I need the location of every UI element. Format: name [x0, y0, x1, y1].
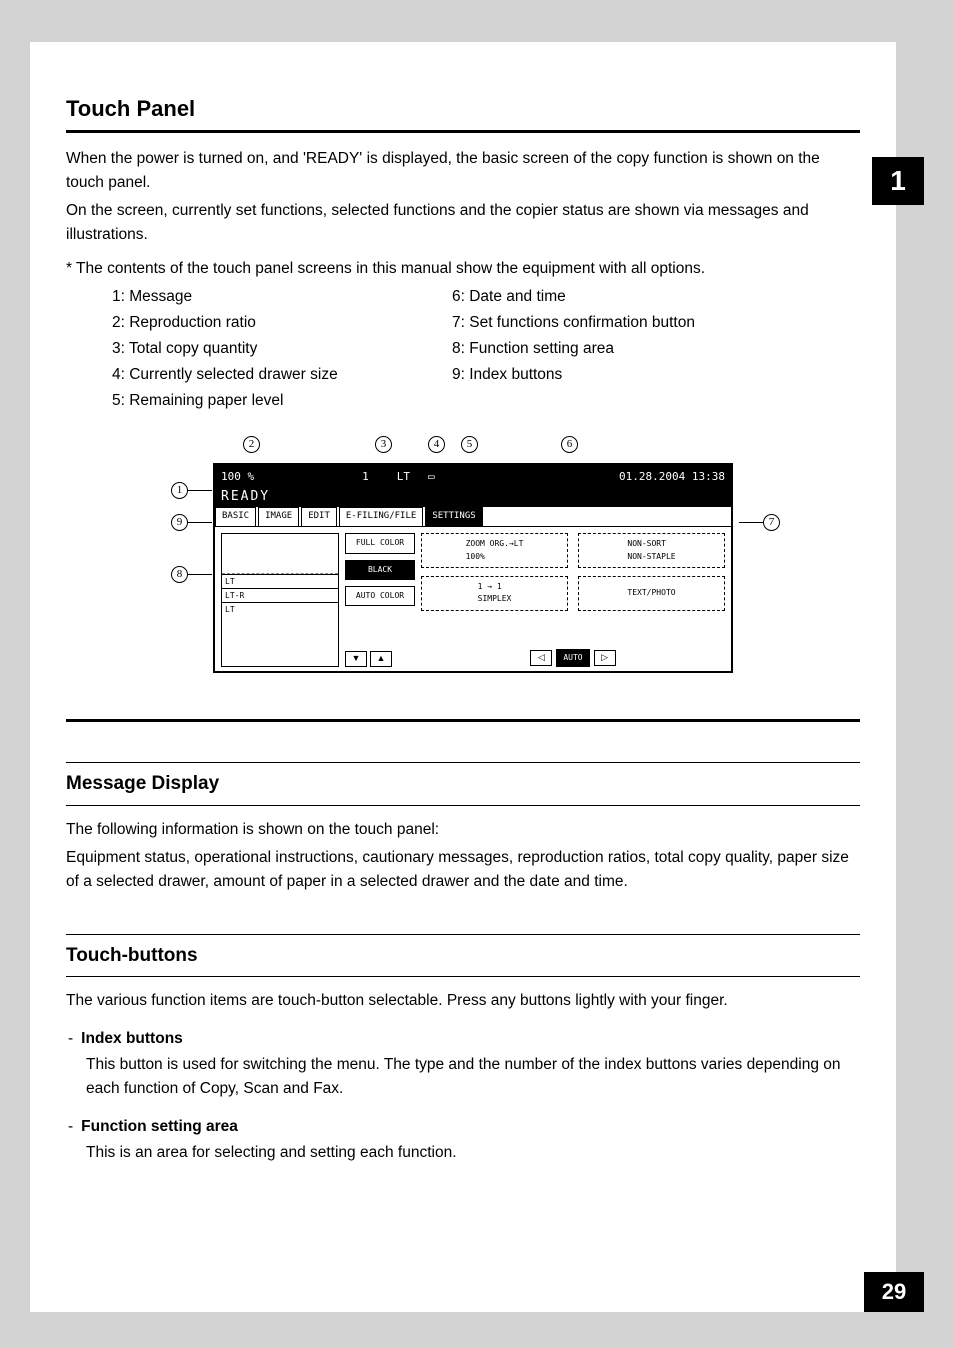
callout-4: 4 — [428, 433, 445, 453]
black-button[interactable]: BLACK — [345, 560, 415, 580]
legend-item: 2: Reproduction ratio — [112, 311, 412, 335]
bullet-list: - Index buttons This button is used for … — [68, 1027, 860, 1165]
body-text: The following information is shown on th… — [66, 818, 860, 842]
tab-edit[interactable]: EDIT — [301, 507, 337, 526]
legend-item: 4: Currently selected drawer size — [112, 363, 412, 387]
legend-item: 6: Date and time — [452, 285, 695, 309]
status-bar: 100 % 1 LT ▭ 01.28.2004 13:38 READY — [215, 465, 731, 507]
tab-basic[interactable]: BASIC — [215, 507, 256, 526]
density-right-button[interactable]: ▷ — [594, 650, 616, 666]
legend-item: 7: Set functions confirmation button — [452, 311, 695, 335]
bullet-item: - Index buttons This button is used for … — [68, 1027, 860, 1101]
legend-col-right: 6: Date and time 7: Set functions confir… — [452, 285, 695, 415]
drawer-size-indicator: LT — [397, 468, 410, 485]
simplex-button[interactable]: 1 → 1 SIMPLEX — [421, 576, 568, 611]
intro-paragraph-2: On the screen, currently set functions, … — [66, 199, 860, 247]
legend-item: 9: Index buttons — [452, 363, 695, 387]
paper-level-icon: ▭ — [428, 468, 435, 485]
section-title: Touch Panel — [66, 92, 860, 133]
sort-button[interactable]: NON-SORT NON-STAPLE — [578, 533, 725, 568]
datetime: 01.28.2004 13:38 — [619, 468, 725, 485]
bullet-desc: This button is used for switching the me… — [86, 1053, 860, 1101]
color-mode-buttons: FULL COLOR BLACK AUTO COLOR ▼ ▲ — [345, 533, 415, 667]
density-left-button[interactable]: ◁ — [530, 650, 552, 666]
settings-grid: ZOOM ORG.→LT 100% NON-SORT NON-STAPLE 1 … — [421, 533, 725, 667]
ready-message: READY — [221, 487, 270, 507]
subsection-touch-buttons: Touch-buttons — [66, 934, 860, 977]
density-auto-button[interactable]: AUTO — [556, 649, 589, 667]
index-tabs: BASIC IMAGE EDIT E-FILING/FILE SETTINGS — [215, 507, 731, 527]
drawer-slot[interactable]: LT — [222, 574, 338, 588]
drawer-illustration[interactable]: LT LT-R LT — [221, 533, 339, 667]
legend-item: 5: Remaining paper level — [112, 389, 412, 413]
section-divider — [66, 719, 860, 722]
callout-2: 2 — [243, 433, 260, 453]
drawer-slot[interactable]: LT — [222, 602, 338, 616]
dash-icon: - — [68, 1027, 73, 1051]
scroll-up-button[interactable]: ▲ — [370, 651, 392, 667]
legend-item: 1: Message — [112, 285, 412, 309]
callout-9: 9 — [171, 511, 212, 531]
density-controls: ◁ AUTO ▷ — [421, 649, 725, 667]
touch-panel-screen: 100 % 1 LT ▭ 01.28.2004 13:38 READY BASI… — [213, 463, 733, 673]
bullet-desc: This is an area for selecting and settin… — [86, 1141, 860, 1165]
legend: 1: Message 2: Reproduction ratio 3: Tota… — [112, 285, 860, 415]
bullet-term: Function setting area — [81, 1115, 238, 1139]
callout-3: 3 — [375, 433, 392, 453]
intro-paragraph-1: When the power is turned on, and 'READY'… — [66, 147, 860, 195]
callout-8: 8 — [171, 563, 212, 583]
tab-efiling[interactable]: E-FILING/FILE — [339, 507, 423, 526]
page-number: 29 — [864, 1272, 924, 1312]
chapter-tab: 1 — [872, 157, 924, 205]
reproduction-ratio: 100 % — [221, 468, 254, 485]
legend-col-left: 1: Message 2: Reproduction ratio 3: Tota… — [112, 285, 412, 415]
zoom-button[interactable]: ZOOM ORG.→LT 100% — [421, 533, 568, 568]
auto-color-button[interactable]: AUTO COLOR — [345, 586, 415, 606]
body-text: The various function items are touch-but… — [66, 989, 860, 1013]
bullet-term: Index buttons — [81, 1027, 183, 1051]
body-text: Equipment status, operational instructio… — [66, 846, 860, 894]
copy-quantity: 1 — [362, 468, 369, 485]
dash-icon: - — [68, 1115, 73, 1139]
legend-item: 8: Function setting area — [452, 337, 695, 361]
bullet-item: - Function setting area This is an area … — [68, 1115, 860, 1165]
touch-panel-diagram: 2 3 4 5 6 1 9 8 7 100 % 1 LT ▭ 01.28.200… — [143, 433, 783, 693]
subsection-message-display: Message Display — [66, 762, 860, 805]
text-photo-button[interactable]: TEXT/PHOTO — [578, 576, 725, 611]
callout-5: 5 — [461, 433, 478, 453]
callout-6: 6 — [561, 433, 578, 453]
legend-item: 3: Total copy quantity — [112, 337, 412, 361]
full-color-button[interactable]: FULL COLOR — [345, 533, 415, 553]
drawer-slot[interactable]: LT-R — [222, 588, 338, 602]
footnote: * The contents of the touch panel screen… — [66, 257, 860, 281]
scroll-down-button[interactable]: ▼ — [345, 651, 367, 667]
function-setting-area: LT LT-R LT FULL COLOR BLACK AUTO COLOR ▼… — [215, 527, 731, 673]
callout-1: 1 — [171, 479, 212, 499]
callout-7: 7 — [739, 511, 780, 531]
tab-settings[interactable]: SETTINGS — [425, 507, 482, 526]
page: 1 2 9 Touch Panel When the power is turne… — [30, 42, 896, 1312]
tab-image[interactable]: IMAGE — [258, 507, 299, 526]
